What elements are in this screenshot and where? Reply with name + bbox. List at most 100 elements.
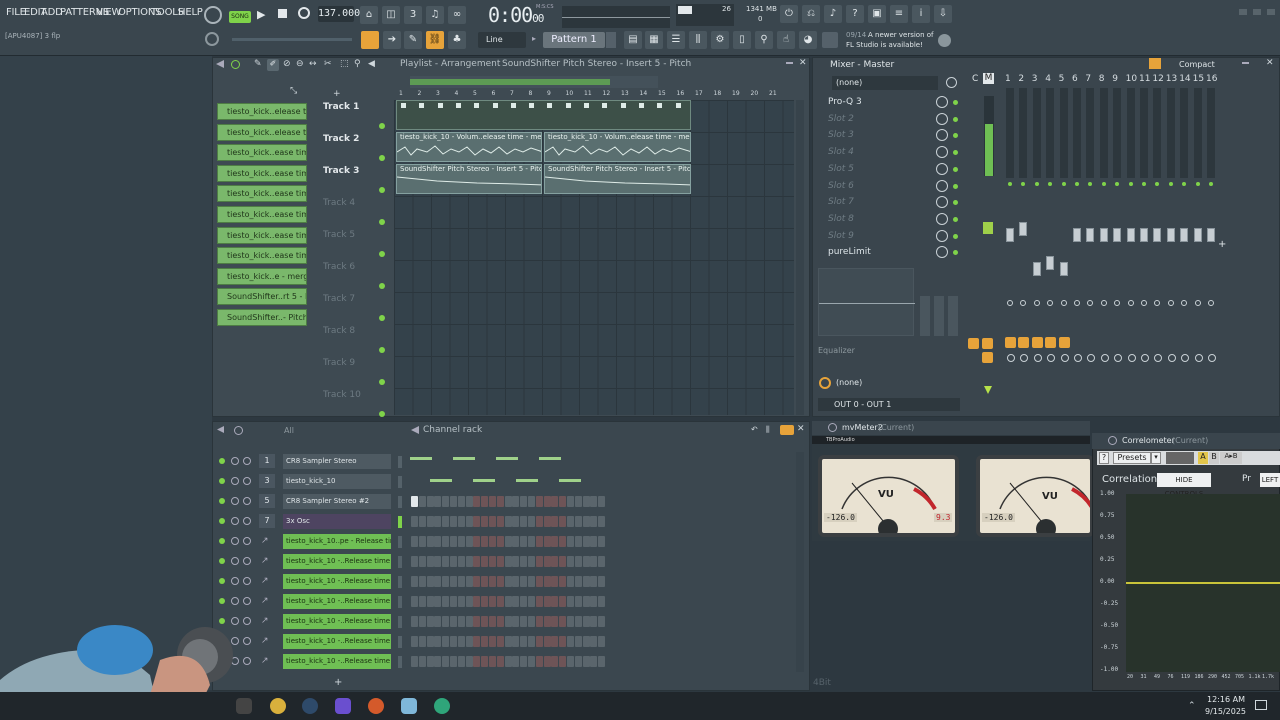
insert-fader[interactable] — [1006, 228, 1014, 242]
countdown-icon[interactable]: 3 — [404, 6, 422, 24]
track-header[interactable]: Track 3 — [323, 166, 359, 176]
step-button[interactable] — [590, 576, 598, 587]
channel-volume-knob[interactable] — [243, 577, 251, 585]
insert-send-knob[interactable] — [1141, 354, 1149, 362]
step-button[interactable] — [418, 636, 426, 647]
step-button[interactable] — [450, 556, 457, 567]
loop-record-icon[interactable]: ∞ — [448, 6, 466, 24]
insert-fader[interactable] — [1153, 228, 1162, 242]
step-button[interactable] — [512, 616, 520, 627]
step-button[interactable] — [481, 556, 489, 567]
insert-led[interactable] — [1209, 182, 1213, 186]
track-mute-led[interactable] — [379, 315, 385, 321]
channel-mute-led[interactable] — [219, 518, 225, 524]
step-button[interactable] — [481, 656, 489, 667]
step-button[interactable] — [411, 516, 418, 527]
channel-rack-icon[interactable]: ▦ — [645, 31, 663, 49]
insert-led[interactable] — [1008, 182, 1012, 186]
channel-volume-knob[interactable] — [243, 497, 251, 505]
step-button[interactable] — [528, 576, 535, 587]
step-button[interactable] — [496, 576, 504, 587]
step-button[interactable] — [411, 536, 418, 547]
insert-pan-knob[interactable] — [1100, 300, 1107, 306]
step-button[interactable] — [520, 556, 528, 567]
step-button[interactable] — [411, 596, 418, 607]
step-button[interactable] — [473, 596, 481, 607]
step-button[interactable] — [528, 636, 535, 647]
step-button[interactable] — [512, 496, 520, 507]
step-button[interactable] — [465, 616, 473, 627]
step-button[interactable] — [473, 556, 481, 567]
insert-send-knob[interactable] — [1167, 354, 1176, 362]
delete-icon[interactable]: ⊘ — [283, 59, 293, 69]
online-icon[interactable] — [938, 34, 951, 47]
step-button[interactable] — [434, 576, 442, 587]
step-button[interactable] — [528, 656, 535, 667]
correl-left-button[interactable]: LEFT — [1260, 473, 1280, 487]
step-button[interactable] — [496, 656, 504, 667]
channel-select-led[interactable] — [398, 456, 402, 468]
step-button[interactable] — [520, 596, 528, 607]
browser-clip-item[interactable]: tiesto_kick..e - merged — [217, 267, 307, 285]
touch-icon[interactable]: ☝ — [777, 31, 795, 49]
mixer-slot[interactable]: Slot 8 — [822, 214, 854, 224]
step-button[interactable] — [559, 656, 567, 667]
step-button[interactable] — [465, 576, 473, 587]
step-button[interactable] — [551, 636, 559, 647]
paint-icon[interactable]: ✐ — [267, 59, 279, 71]
step-button[interactable] — [442, 536, 450, 547]
piano-roll-icon[interactable]: ▤ — [624, 31, 642, 49]
insert-fader[interactable] — [1140, 228, 1148, 242]
browser-clip-item[interactable]: tiesto_kick..ease time #3 — [217, 226, 307, 244]
step-button[interactable] — [535, 656, 543, 667]
update-message-2[interactable]: FL Studio is available! — [846, 41, 923, 49]
step-button[interactable] — [567, 656, 574, 667]
slot-mix-knob[interactable] — [936, 96, 948, 108]
step-button[interactable] — [551, 516, 559, 527]
select-icon[interactable]: ⬚ — [340, 59, 350, 69]
step-button[interactable] — [535, 556, 543, 567]
playlist-close-icon[interactable]: ✕ — [799, 58, 807, 68]
clip-track2-b[interactable]: tiesto_kick_10 - Volum..elease time - me… — [544, 132, 691, 162]
insert-pan-knob[interactable] — [1141, 300, 1147, 306]
step-button[interactable] — [418, 616, 426, 627]
insert-fader[interactable] — [1193, 228, 1202, 242]
wait-input-icon[interactable]: ◫ — [382, 6, 400, 24]
piano-roll-note[interactable] — [473, 479, 495, 482]
mixer-slot[interactable]: Slot 5 — [822, 164, 854, 174]
mixer-slot[interactable]: pureLimit — [822, 247, 871, 257]
link-icon[interactable]: ⛓ — [426, 31, 444, 49]
step-button[interactable] — [465, 516, 473, 527]
step-button[interactable] — [543, 616, 551, 627]
step-button[interactable] — [411, 496, 418, 507]
track-mute-led[interactable] — [379, 123, 385, 129]
step-button[interactable] — [411, 556, 418, 567]
step-button[interactable] — [528, 596, 535, 607]
insert-pan-knob[interactable] — [1194, 300, 1201, 306]
update-message[interactable]: A newer version of — [868, 31, 934, 39]
step-button[interactable] — [574, 656, 582, 667]
arrow-tool-icon[interactable]: ➔ — [383, 31, 401, 49]
mixer-c-button[interactable]: C — [972, 74, 978, 84]
clip-track3-b[interactable]: SoundShifter Pitch Stereo - Insert 5 - P… — [544, 164, 691, 194]
step-button[interactable] — [598, 576, 606, 587]
playback-icon[interactable]: ◀ — [368, 59, 378, 69]
insert-pan-knob[interactable] — [1167, 300, 1174, 306]
step-button[interactable] — [535, 536, 543, 547]
step-button[interactable] — [504, 556, 512, 567]
channel-name-button[interactable]: tiesto_kick_10 -..Release time #5 — [283, 614, 391, 629]
step-button[interactable] — [567, 636, 574, 647]
mixer-slot[interactable]: Slot 9 — [822, 231, 854, 241]
step-button[interactable] — [598, 656, 606, 667]
slot-mix-knob[interactable] — [936, 146, 948, 159]
step-button[interactable] — [496, 636, 504, 647]
step-button[interactable] — [489, 556, 496, 567]
step-button[interactable] — [528, 536, 535, 547]
step-button[interactable] — [559, 496, 567, 507]
step-button[interactable] — [590, 656, 598, 667]
step-button[interactable] — [434, 596, 442, 607]
channel-mute-led[interactable] — [219, 498, 225, 504]
insert-fader[interactable] — [1207, 228, 1215, 242]
slot-enable-led[interactable] — [953, 183, 958, 189]
stop-icon[interactable] — [278, 9, 287, 18]
